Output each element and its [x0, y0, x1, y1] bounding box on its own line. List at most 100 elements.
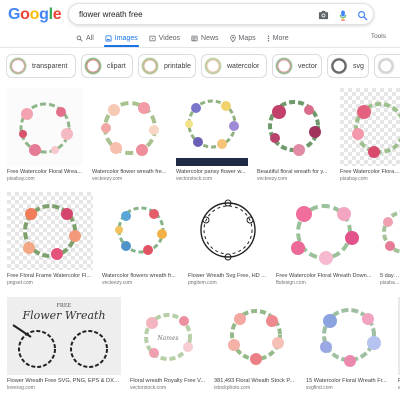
result-caption: 381,493 Floral Wreath Stock P...: [214, 378, 295, 384]
result-source: vecteezy.com: [102, 280, 133, 286]
related-search-chips: transparent clipart printable watercolor…: [6, 54, 400, 78]
result-source: fbdesign.com: [276, 280, 306, 286]
image-result[interactable]: Beautiful floral wreath for y... vecteez…: [257, 88, 332, 183]
image-result[interactable]: FREE Flower Wreath Flower Wreath Free SVG…: [7, 297, 121, 392]
result-caption: 15 Watercolor Floral Wreath Fr...: [306, 378, 387, 384]
chip-he[interactable]: he: [374, 54, 400, 78]
tab-label: All: [86, 34, 94, 42]
result-source: pixabay.com: [7, 176, 35, 182]
tab-maps[interactable]: Maps: [229, 31, 256, 45]
chip-vector[interactable]: vector: [272, 54, 322, 78]
result-source: pixabay.com: [380, 280, 400, 286]
result-image: [306, 297, 392, 375]
image-result[interactable]: 5 days fo pixabay.com: [380, 192, 400, 287]
search-box: [68, 3, 374, 25]
result-image: [380, 192, 400, 270]
image-result[interactable]: Watercolor flower wreath fre... vecteezy…: [92, 88, 168, 183]
result-source: svgfind.com: [306, 385, 333, 391]
chip-watercolor[interactable]: watercolor: [201, 54, 267, 78]
search-icon: [76, 35, 83, 42]
chip-thumbnail: [141, 57, 159, 75]
image-result[interactable]: Free Watercolor Floral Wr... pixabay.com: [340, 88, 400, 183]
result-caption: Free Floral Frame Watercolor Fl...: [7, 273, 92, 279]
logo-letter: G: [8, 6, 21, 23]
result-caption: Free Watercolor Floral Wr...: [340, 169, 400, 175]
tab-label: More: [272, 34, 289, 42]
chip-printable[interactable]: printable: [138, 54, 196, 78]
result-caption: Flower Wreath Svg Free, HD ...: [188, 273, 266, 279]
image-result[interactable]: 381,493 Floral Wreath Stock P... istockp…: [214, 297, 298, 392]
microphone-icon[interactable]: [337, 9, 349, 21]
tab-more[interactable]: More: [267, 31, 289, 45]
logo-letter: e: [52, 6, 62, 23]
chip-thumbnail: [377, 57, 395, 75]
chip-label: transparent: [32, 62, 68, 70]
image-result[interactable]: 15 Watercolor Floral Wreath Fr... svgfin…: [306, 297, 392, 392]
result-source: vectorstock.com: [176, 176, 213, 182]
result-caption: Watercolor flowers wreath fr...: [102, 273, 176, 279]
camera-icon[interactable]: [317, 9, 329, 21]
result-source: istockphoto.com: [214, 385, 251, 391]
tab-news[interactable]: News: [191, 31, 219, 45]
image-result[interactable]: Free Watercolor Floral Wreath Down... fb…: [276, 192, 372, 287]
google-logo[interactable]: Google: [8, 6, 62, 24]
tab-all[interactable]: All: [76, 31, 94, 45]
flower-wreath-title: Flower Wreath: [21, 309, 105, 322]
header-divider: [0, 47, 400, 48]
image-result[interactable]: Free Watercolor Floral Wrea... pixabay.c…: [7, 88, 83, 183]
chip-thumbnail: [204, 57, 222, 75]
tab-label: Maps: [238, 34, 256, 42]
search-tabs: All Images Videos News Maps More: [76, 31, 300, 45]
result-caption: Watercolor flower wreath fre...: [92, 169, 167, 175]
logo-letter: o: [29, 6, 40, 23]
result-image: [176, 88, 248, 166]
image-result[interactable]: Watercolor flowers wreath fr... vecteezy…: [102, 192, 180, 287]
result-source: vecteezy.com: [92, 176, 123, 182]
result-caption: Free Watercolor Floral Wreath Down...: [276, 273, 372, 279]
result-image: [214, 297, 298, 375]
image-result[interactable]: Names Floral wreath Royalty Free V... ve…: [130, 297, 206, 392]
result-image: [276, 192, 372, 270]
news-icon: [191, 35, 198, 41]
tab-images[interactable]: Images: [105, 31, 138, 45]
result-caption: Beautiful floral wreath for y...: [257, 169, 328, 175]
image-result[interactable]: Free Floral Frame Watercolor Fl... pngse…: [7, 192, 93, 287]
more-icon: [267, 34, 269, 42]
chip-label: watercolor: [227, 62, 260, 70]
result-image: [340, 88, 400, 166]
tab-label: Images: [114, 34, 138, 42]
chip-label: svg: [353, 62, 364, 70]
chip-svg[interactable]: svg: [327, 54, 369, 78]
search-icon[interactable]: [356, 9, 368, 21]
result-source: vecteezy.com: [257, 176, 288, 182]
chip-thumbnail: [330, 57, 348, 75]
logo-letter: o: [20, 6, 30, 23]
chip-label: printable: [164, 62, 191, 70]
result-caption: Watercolor pansy flower w...: [176, 169, 246, 175]
tab-videos[interactable]: Videos: [149, 31, 180, 45]
tab-label: Videos: [158, 34, 181, 42]
image-result[interactable]: Watercolor pansy flower w... vectorstock…: [176, 88, 248, 183]
result-image: Names: [130, 297, 206, 375]
tools-button[interactable]: Tools: [371, 33, 386, 40]
chip-clipart[interactable]: clipart: [81, 54, 133, 78]
result-source: pngitem.com: [188, 280, 217, 286]
result-source: lovesvg.com: [7, 385, 35, 391]
result-image: [7, 192, 93, 270]
search-input[interactable]: [79, 8, 309, 21]
result-image: [7, 88, 83, 166]
chip-label: vector: [298, 62, 318, 70]
video-icon: [149, 35, 156, 41]
result-image: [92, 88, 168, 166]
result-image: [188, 192, 268, 270]
logo-letter: g: [39, 6, 49, 23]
result-caption: Floral wreath Royalty Free V...: [130, 378, 206, 384]
result-source: pixabay.com: [340, 176, 368, 182]
image-result[interactable]: Flower Wreath Svg Free, HD ... pngitem.c…: [188, 192, 268, 287]
google-images-results-page: Google All Images Videos News: [0, 0, 400, 400]
tab-label: News: [201, 34, 219, 42]
result-caption: Flower Wreath Free SVG, PNG, EPS & DXF..…: [7, 378, 121, 384]
chip-transparent[interactable]: transparent: [6, 54, 76, 78]
result-source: pngset.com: [7, 280, 33, 286]
result-image: [257, 88, 332, 166]
